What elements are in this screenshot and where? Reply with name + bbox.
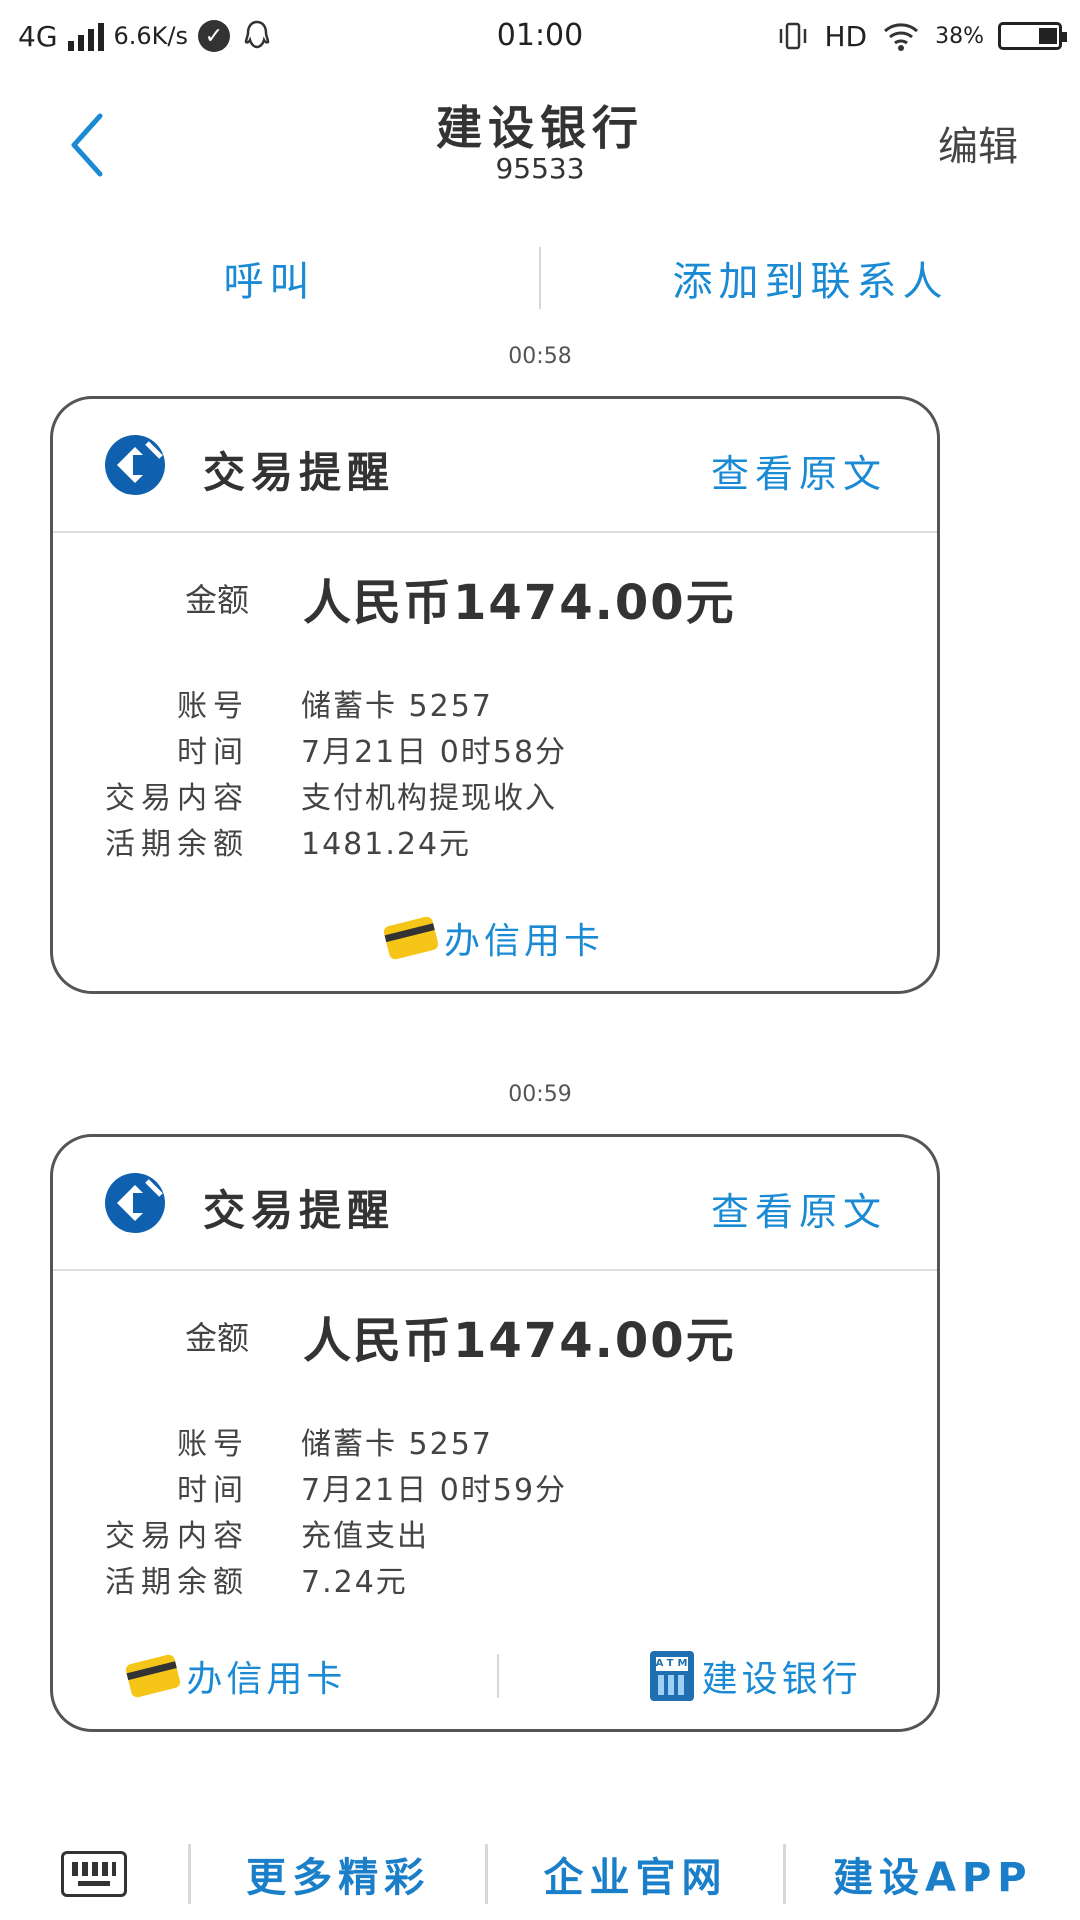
ccb-link[interactable]: ATM 建设银行 [649, 1650, 862, 1702]
amount-row: 金额 人民币1474.00元 [53, 563, 937, 631]
battery-icon [998, 22, 1067, 50]
field-label: 时间 [177, 735, 249, 770]
contact-name: 建设银行 [436, 101, 644, 155]
field-value: 支付机构提现收入 [301, 781, 557, 816]
call-button[interactable]: 呼叫 [0, 249, 539, 307]
field-balance: 活期余额 7.24元 [53, 1557, 937, 1601]
message-timestamp: 00:58 [508, 344, 572, 369]
menu-more-button[interactable]: 更多精彩 [191, 1845, 485, 1903]
link-label: 办信用卡 [186, 1659, 347, 1700]
field-value: 储蓄卡 5257 [301, 1427, 493, 1462]
ccb-logo-icon [105, 435, 165, 495]
menu-website-button[interactable]: 企业官网 [488, 1845, 782, 1903]
field-time: 时间 7月21日 0时59分 [53, 1465, 937, 1509]
transaction-card[interactable]: 交易提醒 查看原文 金额 人民币1474.00元 账号 储蓄卡 5257 时间 … [50, 1134, 940, 1732]
view-original-link[interactable]: 查看原文 [711, 1181, 887, 1236]
card-title: 交易提醒 [203, 1186, 396, 1235]
clock: 01:00 [496, 18, 584, 53]
card-title: 交易提醒 [203, 448, 396, 497]
field-label: 时间 [177, 1473, 249, 1508]
atm-icon: ATM [649, 1651, 694, 1701]
card-footer: 办信用卡 [53, 903, 937, 973]
conversation-header: 建设银行 95533 编辑 [0, 72, 1080, 212]
field-content: 交易内容 支付机构提现收入 [53, 773, 937, 817]
message-timestamp: 00:59 [508, 1082, 572, 1107]
edit-button[interactable]: 编辑 [938, 114, 1018, 172]
credit-card-icon [124, 1653, 182, 1699]
amount-value: 人民币1474.00元 [303, 1313, 736, 1369]
field-value: 7.24元 [301, 1565, 408, 1600]
contact-number: 95533 [495, 152, 585, 185]
field-balance: 活期余额 1481.24元 [53, 819, 937, 863]
apply-credit-card-link[interactable]: 办信用卡 [382, 912, 604, 964]
field-label: 活期余额 [105, 827, 249, 862]
card-header: 交易提醒 查看原文 [53, 399, 937, 533]
keyboard-toggle[interactable] [0, 1851, 188, 1897]
amount-label: 金额 [184, 1319, 249, 1357]
field-label: 账号 [177, 689, 249, 724]
field-account: 账号 储蓄卡 5257 [53, 1419, 937, 1463]
menu-app-button[interactable]: 建设APP [786, 1845, 1080, 1903]
field-label: 交易内容 [105, 1519, 249, 1554]
transaction-card[interactable]: 交易提醒 查看原文 金额 人民币1474.00元 账号 储蓄卡 5257 时间 … [50, 396, 940, 994]
field-value: 7月21日 0时58分 [301, 735, 568, 770]
bottom-menu: 更多精彩 企业官网 建设APP [0, 1828, 1080, 1920]
field-content: 交易内容 充值支出 [53, 1511, 937, 1555]
link-label: 办信用卡 [443, 921, 604, 962]
field-label: 交易内容 [105, 781, 249, 816]
contact-actions: 呼叫 添加到联系人 [0, 238, 1080, 318]
add-contact-button[interactable]: 添加到联系人 [541, 249, 1080, 307]
field-value: 充值支出 [301, 1519, 429, 1554]
link-label: 建设银行 [701, 1659, 862, 1700]
apply-credit-card-link[interactable]: 办信用卡 [124, 1650, 347, 1702]
amount-value: 人民币1474.00元 [303, 575, 736, 631]
amount-row: 金额 人民币1474.00元 [53, 1301, 937, 1369]
field-label: 账号 [177, 1427, 249, 1462]
field-label: 活期余额 [105, 1565, 249, 1600]
card-header: 交易提醒 查看原文 [53, 1137, 937, 1271]
keyboard-icon [61, 1851, 127, 1897]
footer-divider [497, 1654, 499, 1698]
field-account: 账号 储蓄卡 5257 [53, 681, 937, 725]
ccb-logo-icon [105, 1173, 165, 1233]
field-value: 1481.24元 [301, 827, 472, 862]
field-value: 7月21日 0时59分 [301, 1473, 568, 1508]
field-time: 时间 7月21日 0时58分 [53, 727, 937, 771]
field-value: 储蓄卡 5257 [301, 689, 493, 724]
status-bar: 4G 6.6K/s ✓ 01:00 HD 38% [0, 0, 1080, 72]
view-original-link[interactable]: 查看原文 [711, 443, 887, 498]
credit-card-icon [382, 915, 440, 961]
card-footer: 办信用卡 ATM 建设银行 [53, 1641, 937, 1711]
amount-label: 金额 [184, 581, 249, 619]
